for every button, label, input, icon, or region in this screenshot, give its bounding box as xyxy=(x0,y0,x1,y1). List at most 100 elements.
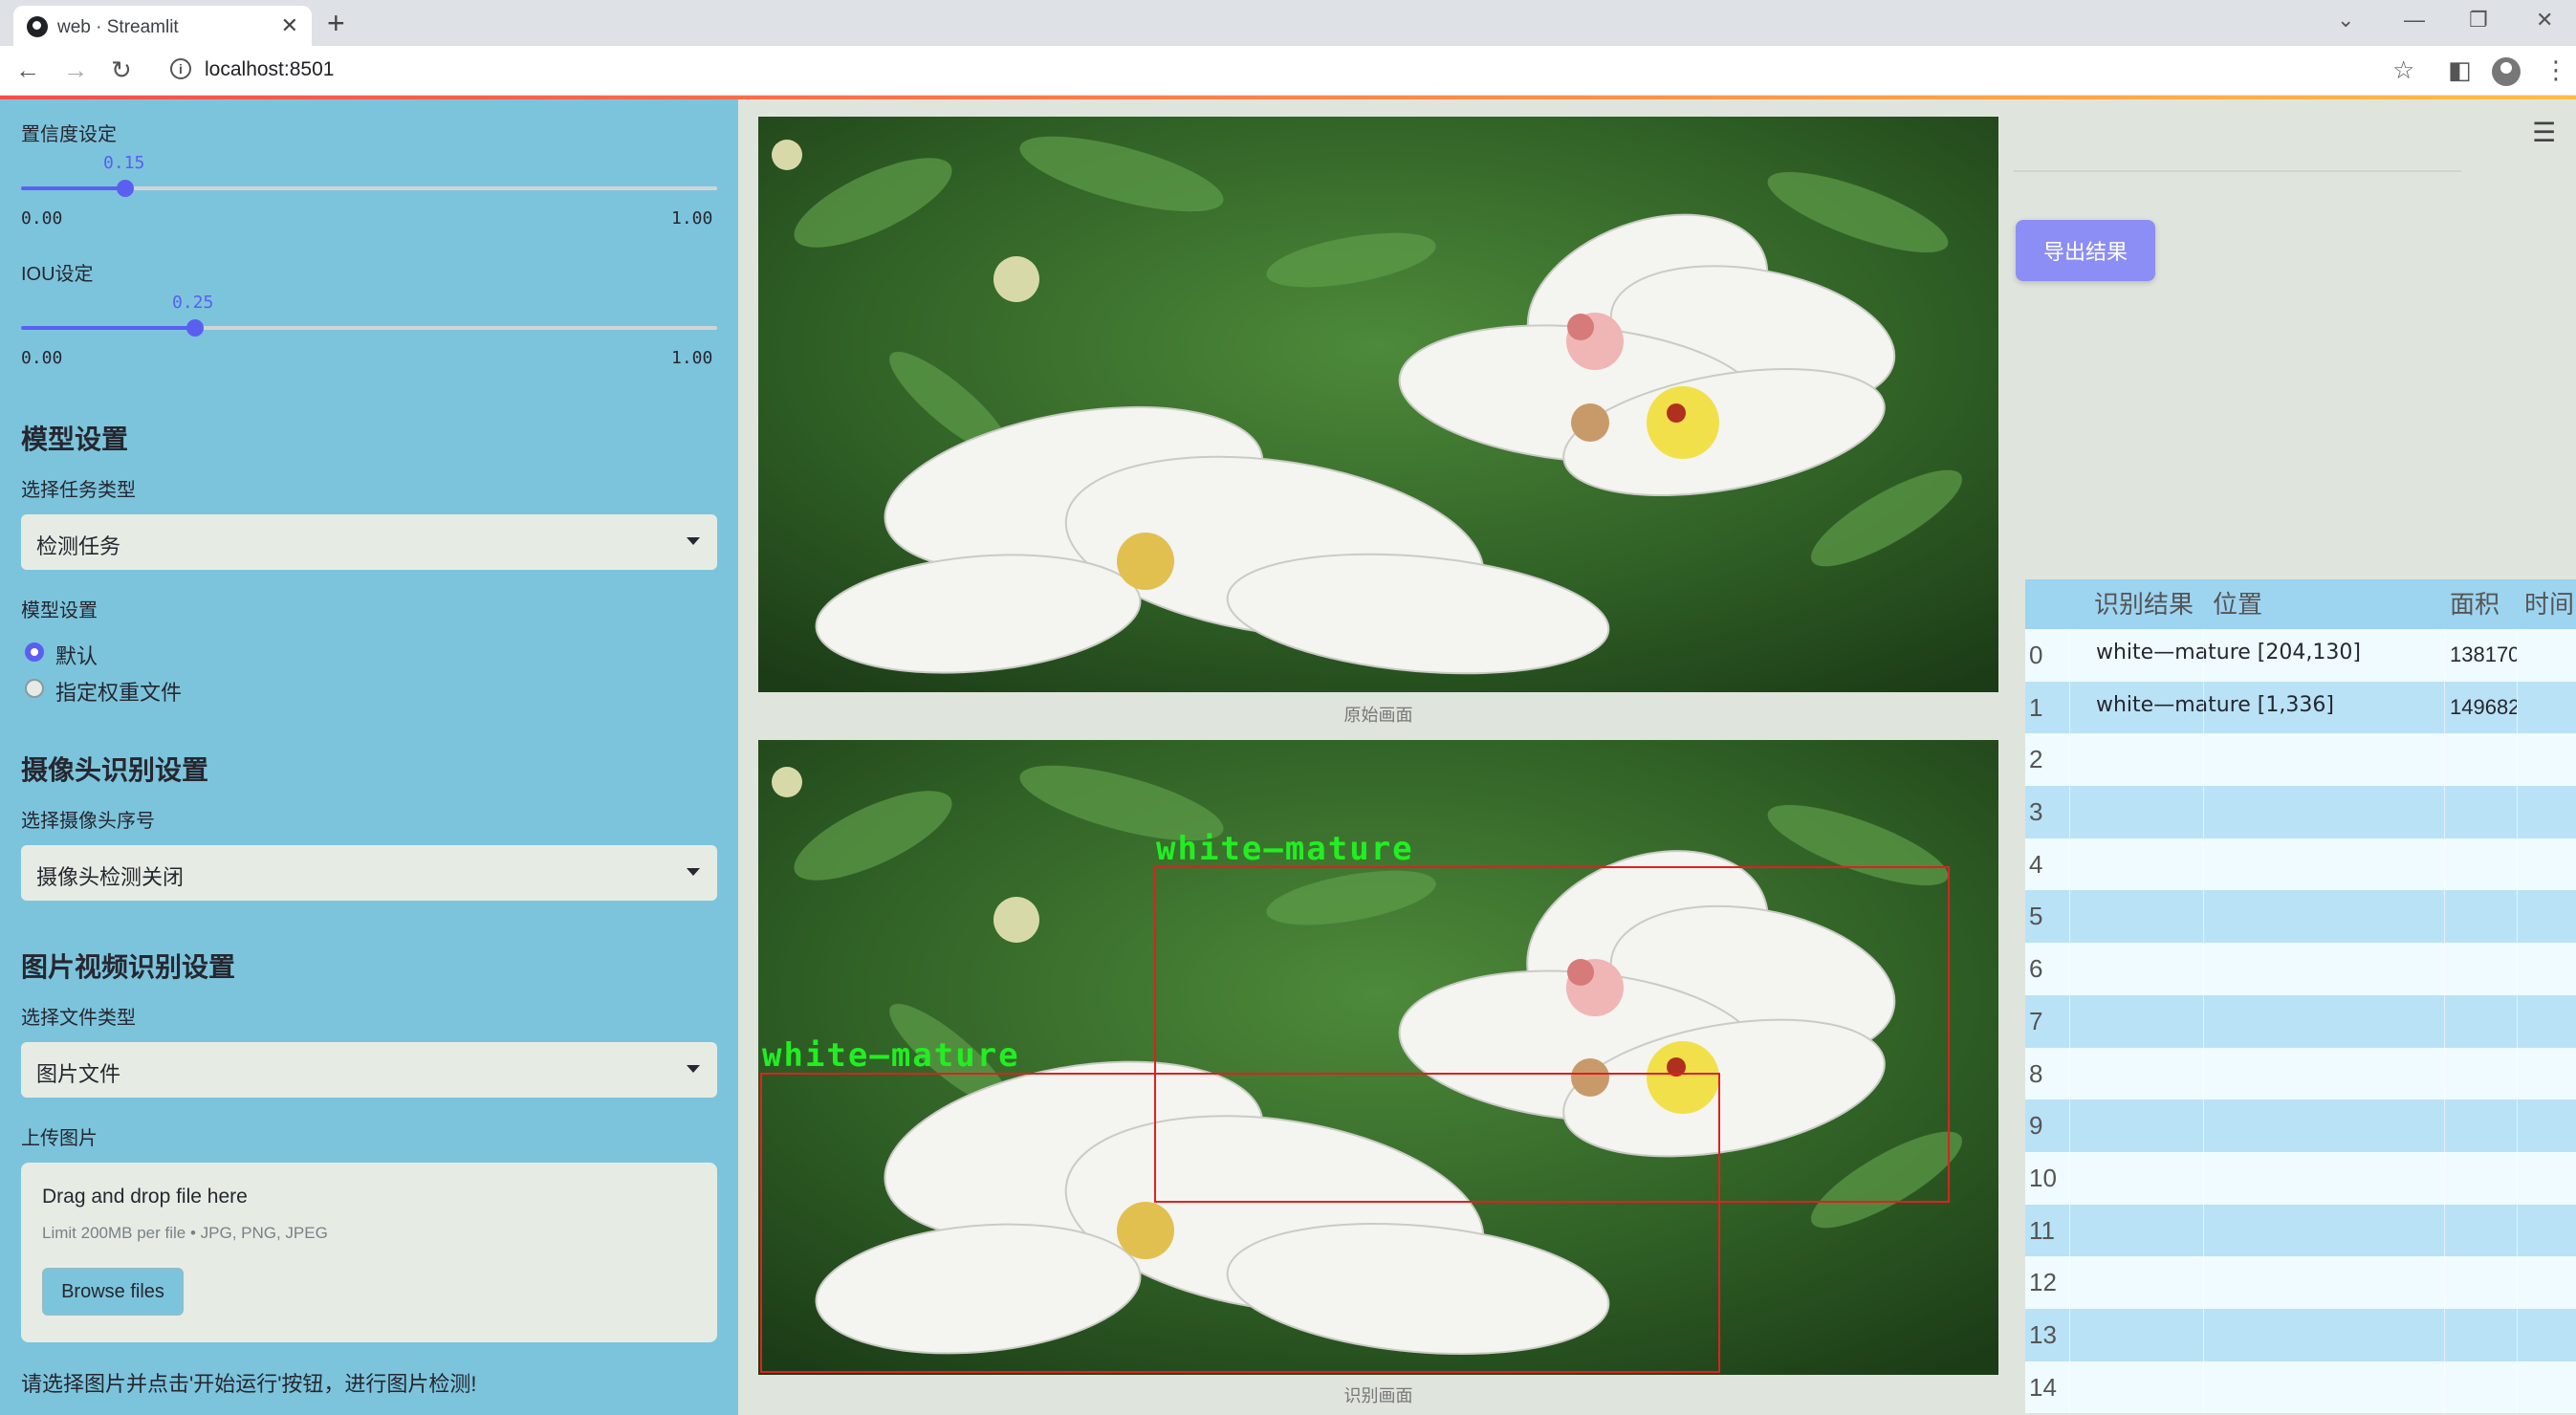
result-caption: 识别画面 xyxy=(1343,1386,1413,1405)
back-icon[interactable]: ← xyxy=(15,55,40,84)
results-table[interactable]: 识别结果 位置 面积 时间 0 white—mature [204,130] 138… xyxy=(2025,579,2576,1414)
camera-index-value: 摄像头检测关闭 xyxy=(36,865,185,889)
header-index xyxy=(2025,579,2069,629)
streamlit-favicon-icon xyxy=(27,16,48,37)
browse-files-button[interactable]: Browse files xyxy=(42,1268,184,1316)
address-bar: ← → ↻ i localhost:8501 ☆ ◧ ⋮ xyxy=(0,46,2576,96)
iou-label: IOU设定 xyxy=(21,264,94,285)
table-row[interactable]: 8 xyxy=(2025,1047,2576,1100)
upload-limit: Limit 200MB per file • JPG, PNG, JPEG xyxy=(42,1224,328,1242)
iou-slider[interactable] xyxy=(21,319,717,337)
header-area[interactable]: 面积 xyxy=(2444,579,2517,629)
table-row[interactable]: 1 white—mature [1,336] 1496820.01 xyxy=(2025,681,2576,734)
table-row[interactable]: 7 xyxy=(2025,994,2576,1048)
restore-icon[interactable]: ❐ xyxy=(2469,8,2488,33)
task-type-value: 检测任务 xyxy=(36,534,121,558)
upload-title: Drag and drop file here xyxy=(42,1186,248,1208)
confidence-label: 置信度设定 xyxy=(21,124,117,145)
original-caption: 原始画面 xyxy=(1343,706,1413,725)
table-row[interactable]: 4 xyxy=(2025,838,2576,891)
confidence-slider-thumb[interactable] xyxy=(117,180,135,197)
model-label: 模型设置 xyxy=(21,600,98,621)
reload-icon[interactable]: ↻ xyxy=(111,55,132,84)
row-index: 9 xyxy=(2029,1111,2043,1141)
minimize-icon[interactable]: — xyxy=(2404,8,2425,33)
table-row[interactable]: 2 xyxy=(2025,733,2576,787)
table-row[interactable]: 10 xyxy=(2025,1151,2576,1205)
task-type-select[interactable]: 检测任务 xyxy=(21,514,717,570)
file-type-select[interactable]: 图片文件 xyxy=(21,1042,717,1098)
row-index: 14 xyxy=(2029,1372,2057,1402)
table-header: 识别结果 位置 面积 时间 xyxy=(2025,579,2576,629)
table-row[interactable]: 5 xyxy=(2025,890,2576,944)
table-row[interactable]: 9 xyxy=(2025,1099,2576,1152)
sidebar: 置信度设定 0.15 0.00 1.00 IOU设定 0.25 0.00 1.0… xyxy=(0,99,738,1415)
iou-value: 0.25 xyxy=(172,293,214,313)
forward-icon[interactable]: → xyxy=(63,55,88,84)
browser-tab[interactable]: web · Streamlit ✕ xyxy=(13,6,312,46)
url-field[interactable] xyxy=(159,53,2415,89)
bookmark-star-icon[interactable]: ☆ xyxy=(2392,55,2414,84)
iou-max: 1.00 xyxy=(671,348,713,368)
window-close-icon[interactable]: ✕ xyxy=(2536,8,2553,33)
header-position[interactable]: 位置 xyxy=(2203,579,2444,629)
row-area: 1496820.01 xyxy=(2450,694,2517,719)
radio-unselected-icon[interactable] xyxy=(25,679,44,698)
table-body: 0 white—mature [204,130] 1381700.03 1 white—… xyxy=(2025,629,2576,1414)
table-row[interactable]: 3 xyxy=(2025,786,2576,838)
new-tab-button[interactable]: + xyxy=(327,6,345,40)
row-result-position: white—mature [204,130] xyxy=(2096,641,2361,664)
table-row[interactable]: 11 xyxy=(2025,1204,2576,1257)
tab-title: web · Streamlit xyxy=(57,17,179,37)
header-time[interactable]: 时间 xyxy=(2517,579,2576,629)
detection-box-2 xyxy=(760,1073,1720,1373)
camera-index-select[interactable]: 摄像头检测关闭 xyxy=(21,845,717,901)
row-time xyxy=(2517,682,2576,734)
row-index: 13 xyxy=(2029,1319,2057,1349)
table-row[interactable]: 0 white—mature [204,130] 1381700.03 xyxy=(2025,629,2576,682)
file-type-value: 图片文件 xyxy=(36,1062,121,1086)
header-result[interactable]: 识别结果 xyxy=(2069,579,2203,629)
confidence-value: 0.15 xyxy=(103,153,145,173)
camera-settings-heading: 摄像头识别设置 xyxy=(21,755,209,785)
row-index: 11 xyxy=(2029,1215,2055,1245)
chevron-down-icon xyxy=(687,537,700,545)
confidence-slider[interactable] xyxy=(21,180,717,197)
row-index: 12 xyxy=(2029,1268,2057,1297)
media-settings-heading: 图片视频识别设置 xyxy=(21,952,236,982)
table-row[interactable]: 14 xyxy=(2025,1361,2576,1414)
upload-label: 上传图片 xyxy=(21,1128,98,1149)
iou-slider-fill xyxy=(21,326,195,330)
row-index: 6 xyxy=(2029,954,2043,984)
row-index: 5 xyxy=(2029,902,2043,931)
url-text[interactable]: localhost:8501 xyxy=(205,58,334,81)
site-info-icon[interactable]: i xyxy=(170,58,191,79)
confidence-slider-fill xyxy=(21,186,126,190)
table-row[interactable]: 13 xyxy=(2025,1308,2576,1361)
detection-label-1: white—mature xyxy=(1156,830,1414,868)
iou-min: 0.00 xyxy=(21,348,63,368)
row-result-position: white—mature [1,336] xyxy=(2096,692,2334,717)
iou-slider-thumb[interactable] xyxy=(186,319,204,337)
radio-selected-icon[interactable] xyxy=(25,642,44,662)
detection-label-2: white—mature xyxy=(762,1036,1020,1075)
browser-menu-icon[interactable]: ⋮ xyxy=(2543,55,2568,84)
side-panel-icon[interactable]: ◧ xyxy=(2448,55,2472,84)
row-index: 4 xyxy=(2029,849,2043,879)
divider xyxy=(2014,170,2461,172)
model-settings-heading: 模型设置 xyxy=(21,424,129,454)
hamburger-menu-icon[interactable]: ☰ xyxy=(2532,117,2556,148)
table-row[interactable]: 12 xyxy=(2025,1256,2576,1309)
row-index: 10 xyxy=(2029,1163,2057,1192)
tab-search-icon[interactable]: ⌄ xyxy=(2337,8,2354,33)
confidence-min: 0.00 xyxy=(21,208,63,229)
row-area: 1381700.03 xyxy=(2450,642,2517,666)
row-index: 7 xyxy=(2029,1006,2043,1035)
table-row[interactable]: 6 xyxy=(2025,943,2576,995)
file-uploader-dropzone[interactable]: Drag and drop file here Limit 200MB per … xyxy=(21,1163,717,1342)
result-image: white—mature white—mature xyxy=(758,740,1998,1375)
tab-close-icon[interactable]: ✕ xyxy=(281,13,298,38)
profile-avatar-icon[interactable] xyxy=(2492,57,2521,86)
chevron-down-icon xyxy=(687,868,700,876)
export-results-button[interactable]: 导出结果 xyxy=(2016,220,2155,281)
